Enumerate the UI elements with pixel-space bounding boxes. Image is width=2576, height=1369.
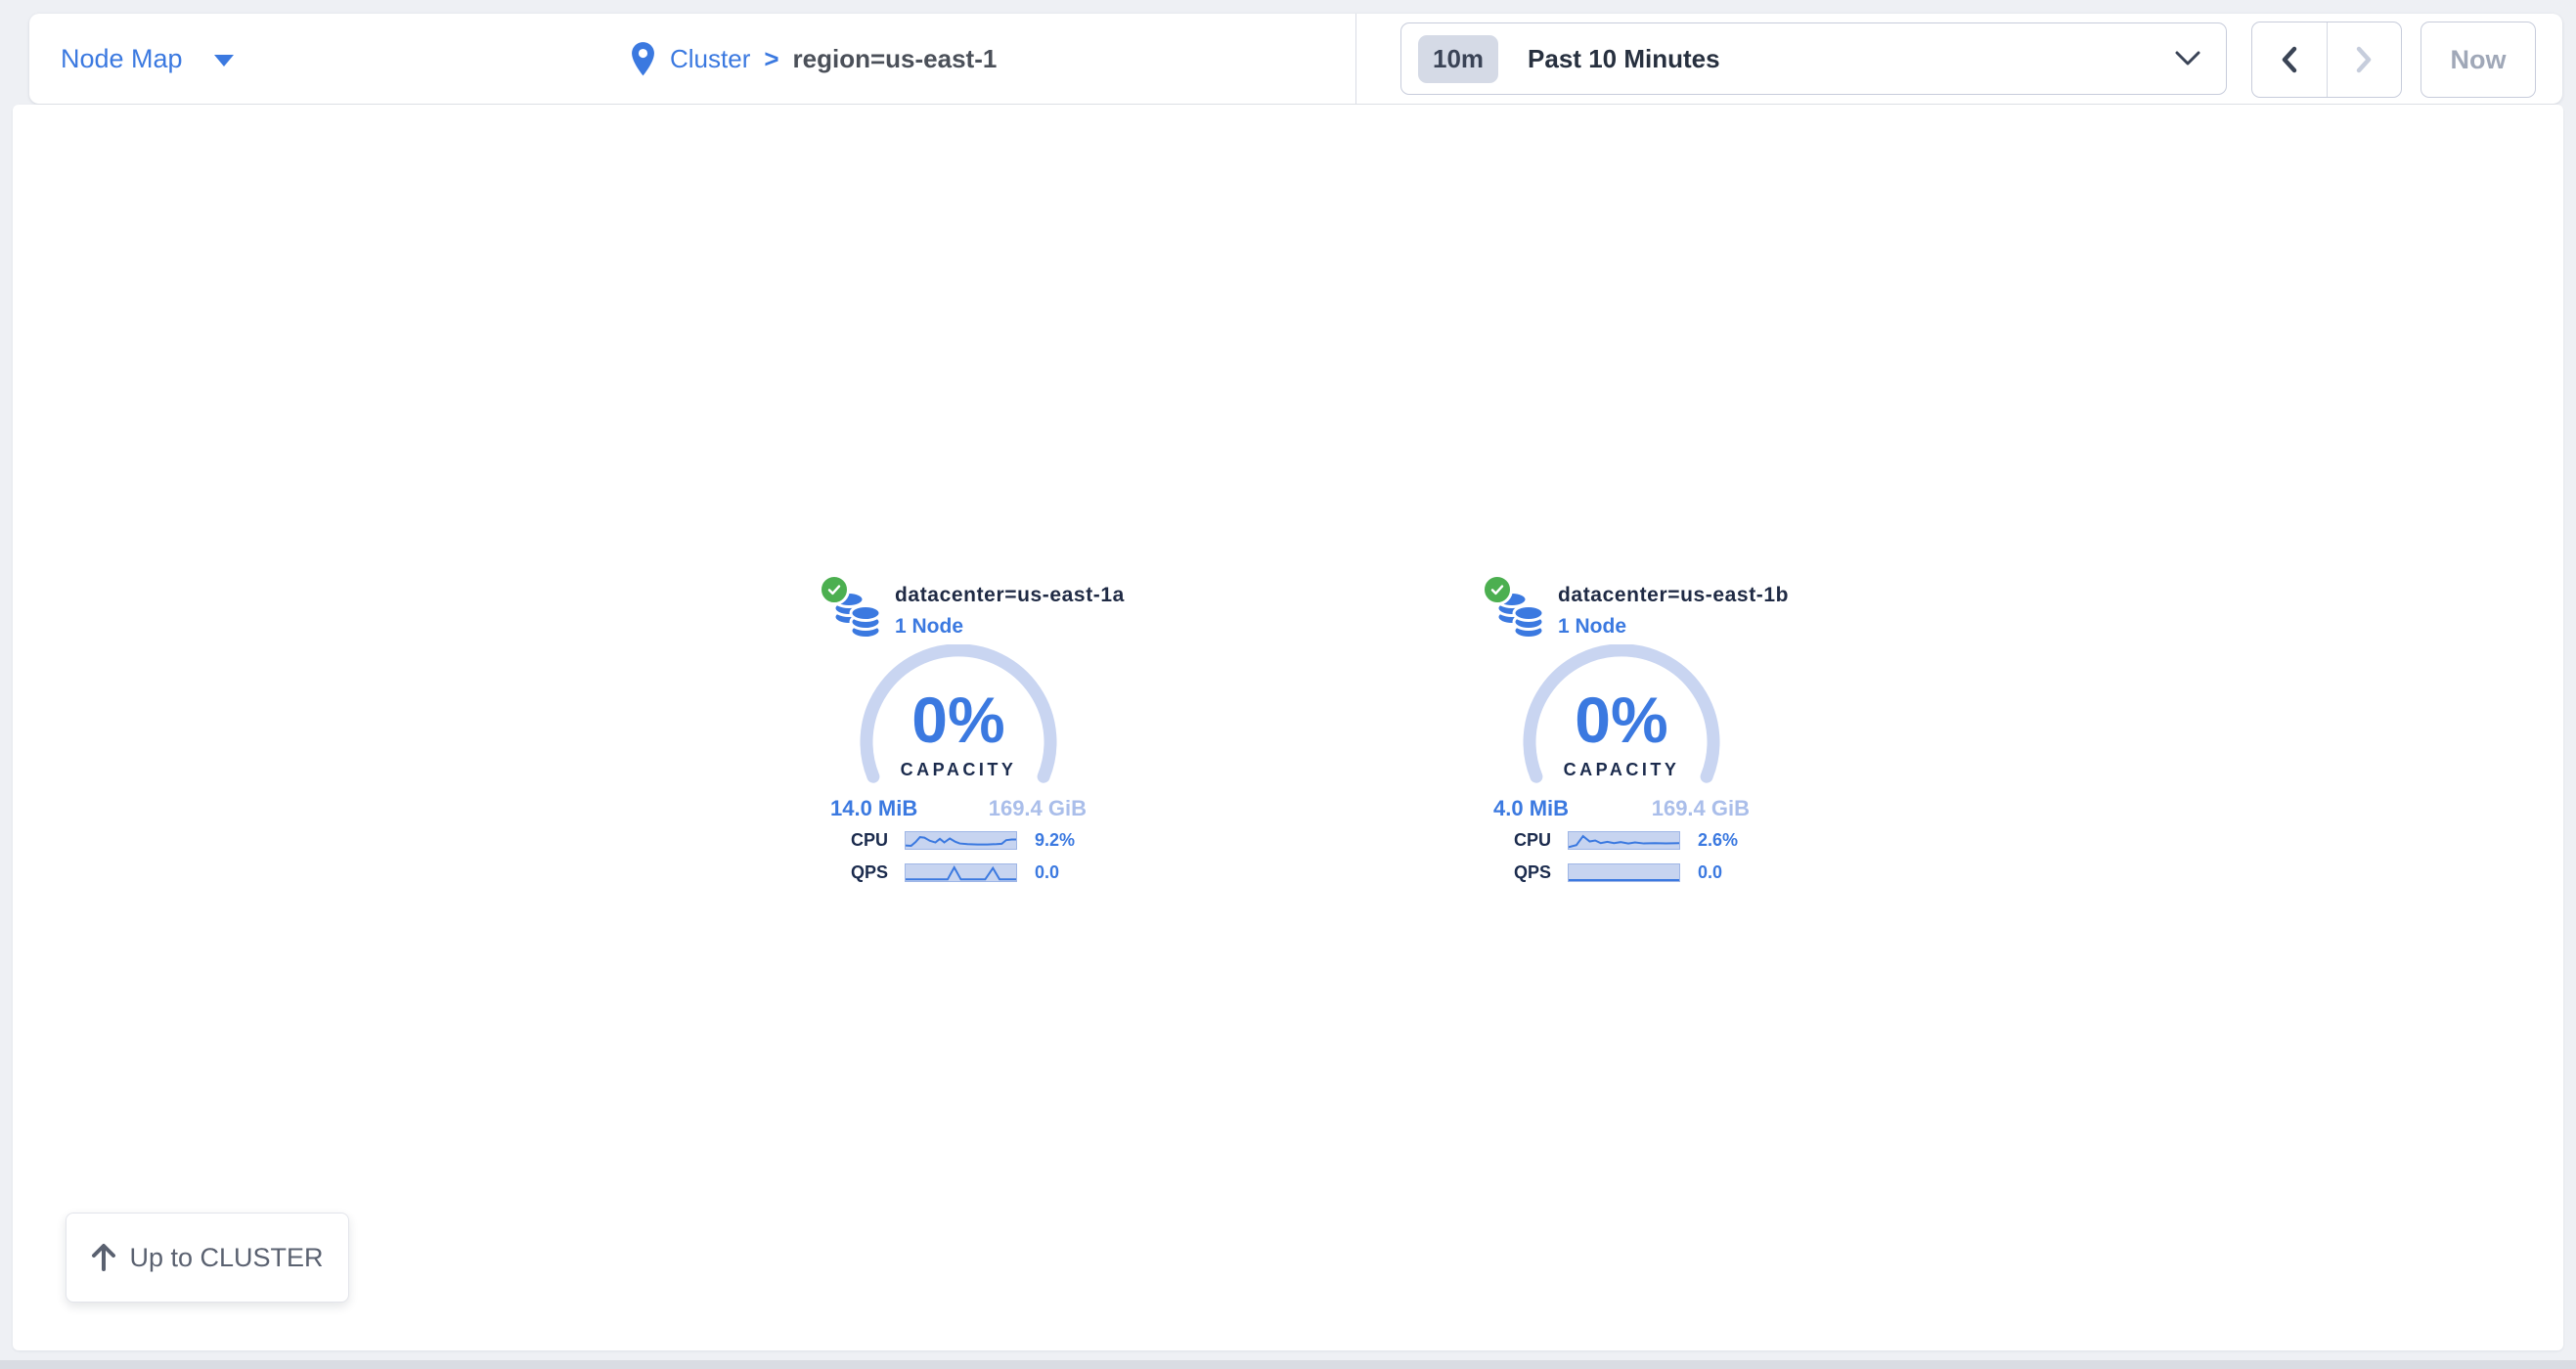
qps-row: QPS 0.0 (1514, 862, 1761, 883)
capacity-percent: 0% (1482, 687, 1761, 752)
datacenter-title: datacenter=us-east-1b (1558, 584, 1789, 607)
arrow-up-icon (91, 1243, 116, 1272)
cpu-label: CPU (1514, 830, 1568, 851)
up-to-cluster-label: Up to CLUSTER (129, 1243, 323, 1273)
now-button[interactable]: Now (2421, 22, 2536, 98)
view-mode-label: Node Map (61, 44, 183, 74)
qps-label: QPS (851, 862, 905, 883)
healthy-check-icon (819, 574, 850, 605)
chevron-left-icon (2279, 44, 2300, 75)
time-nav-arrows (2251, 22, 2402, 98)
capacity-percent: 0% (819, 687, 1098, 752)
header-divider (1355, 14, 1356, 104)
datacenter-node-count: 1 Node (895, 615, 963, 639)
capacity-label: CAPACITY (1482, 760, 1761, 780)
capacity-used: 4.0 MiB (1493, 796, 1569, 821)
cpu-label: CPU (851, 830, 905, 851)
datacenter-card[interactable]: datacenter=us-east-1a 1 Node 0% CAPACITY… (819, 572, 1098, 895)
qps-value: 0.0 (1035, 862, 1059, 883)
metric-rows: CPU 2.6% QPS 0.0 (1514, 830, 1761, 895)
capacity-label: CAPACITY (819, 760, 1098, 780)
capacity-total: 169.4 GiB (1652, 796, 1750, 821)
datacenter-node-count: 1 Node (1558, 615, 1626, 639)
breadcrumb-current: region=us-east-1 (793, 44, 998, 74)
up-to-cluster-button[interactable]: Up to CLUSTER (66, 1213, 349, 1303)
breadcrumb-cluster-link[interactable]: Cluster (670, 44, 750, 74)
breadcrumb-separator: > (764, 44, 778, 74)
time-range-label: Past 10 Minutes (1528, 44, 1720, 74)
metric-rows: CPU 9.2% QPS 0.0 (851, 830, 1098, 895)
qps-sparkline (905, 863, 1017, 882)
node-map-canvas: datacenter=us-east-1a 1 Node 0% CAPACITY… (13, 105, 2563, 1350)
time-next-button[interactable] (2328, 22, 2402, 97)
datacenter-title: datacenter=us-east-1a (895, 584, 1125, 607)
time-range-badge: 10m (1418, 35, 1498, 83)
cpu-sparkline (905, 831, 1017, 850)
cpu-row: CPU 2.6% (1514, 830, 1761, 851)
capacity-total: 169.4 GiB (989, 796, 1087, 821)
time-prev-button[interactable] (2252, 22, 2328, 97)
view-mode-dropdown[interactable]: Node Map (61, 14, 234, 104)
bottom-edge-strip (0, 1360, 2576, 1369)
header-bar: Node Map Cluster > region=us-east-1 10m … (29, 14, 2562, 104)
location-pin-icon (630, 41, 656, 77)
capacity-used: 14.0 MiB (830, 796, 917, 821)
cpu-row: CPU 9.2% (851, 830, 1098, 851)
time-range-picker[interactable]: 10m Past 10 Minutes (1400, 22, 2227, 95)
chevron-down-icon (214, 55, 234, 66)
datacenter-card[interactable]: datacenter=us-east-1b 1 Node 0% CAPACITY… (1482, 572, 1761, 895)
qps-label: QPS (1514, 862, 1568, 883)
qps-row: QPS 0.0 (851, 862, 1098, 883)
cpu-value: 2.6% (1698, 830, 1738, 851)
healthy-check-icon (1482, 574, 1513, 605)
chevron-right-icon (2353, 44, 2375, 75)
breadcrumb: Cluster > region=us-east-1 (630, 14, 997, 104)
chevron-down-icon (2175, 51, 2200, 66)
cpu-value: 9.2% (1035, 830, 1075, 851)
qps-sparkline (1568, 863, 1680, 882)
qps-value: 0.0 (1698, 862, 1722, 883)
cpu-sparkline (1568, 831, 1680, 850)
